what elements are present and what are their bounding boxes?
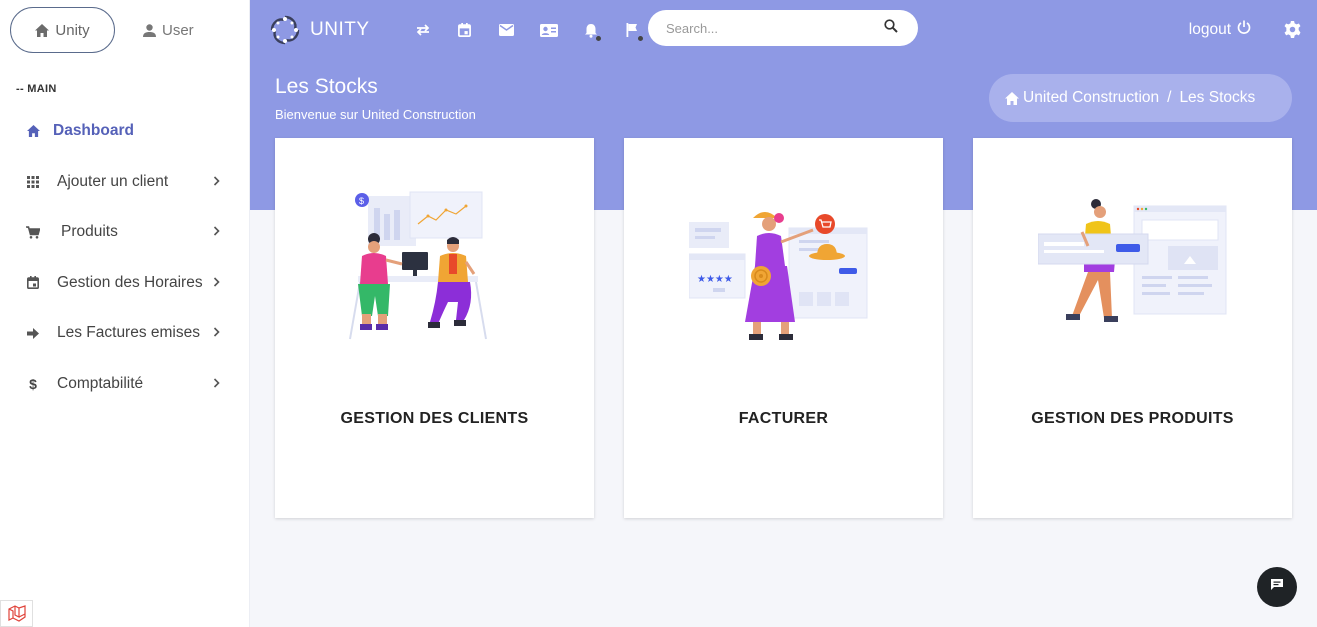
topbar-icons xyxy=(402,15,654,45)
chat-button[interactable] xyxy=(1257,567,1297,607)
home-icon xyxy=(1005,91,1019,105)
logout-label: logout xyxy=(1188,20,1231,38)
sidebar-item-produits[interactable]: Produits xyxy=(0,207,250,258)
calendar-icon[interactable] xyxy=(444,15,486,45)
sidebar-item-factures[interactable]: Les Factures emises xyxy=(0,308,250,359)
home-icon xyxy=(26,124,40,138)
card-gestion-produits[interactable]: GESTION DES PRODUITS xyxy=(973,138,1292,518)
tab-unity-label: Unity xyxy=(55,21,90,39)
chevron-right-icon xyxy=(213,274,220,292)
page-subtitle: Bienvenue sur United Construction xyxy=(275,107,476,122)
dollar-icon: $ xyxy=(29,375,37,392)
arrow-right-icon xyxy=(26,326,40,340)
card-facturer[interactable]: ★★★★ FACTURER xyxy=(624,138,943,518)
mail-icon[interactable] xyxy=(486,15,528,45)
power-icon xyxy=(1237,20,1251,39)
chat-icon xyxy=(1270,578,1284,596)
contact-card-icon[interactable] xyxy=(528,15,570,45)
chevron-right-icon xyxy=(213,324,220,342)
sidebar-tabs: Unity User xyxy=(0,0,249,60)
swap-icon[interactable] xyxy=(402,15,444,45)
cart-icon xyxy=(26,225,40,239)
home-icon xyxy=(35,23,50,37)
svg-text:★★★★: ★★★★ xyxy=(697,274,733,285)
card-title: GESTION DES PRODUITS xyxy=(1031,410,1234,427)
sidebar-item-label: Ajouter un client xyxy=(57,172,169,190)
breadcrumb-separator: / xyxy=(1167,89,1172,106)
chevron-right-icon xyxy=(213,375,220,393)
sidebar-item-ajouter-client[interactable]: Ajouter un client xyxy=(0,157,250,208)
sidebar-item-label: Les Factures emises xyxy=(57,324,200,342)
products-illustration xyxy=(1037,199,1226,322)
tab-user[interactable]: User xyxy=(143,22,194,39)
section-label: -- MAIN xyxy=(16,83,57,95)
clients-illustration: $ xyxy=(348,191,487,340)
sidebar-item-label: Dashboard xyxy=(53,122,134,140)
sidebar-menu: Dashboard Ajouter un client Produits Ges… xyxy=(0,106,250,409)
tab-unity[interactable]: Unity xyxy=(10,7,115,53)
sidebar-item-comptabilite[interactable]: $ Comptabilité xyxy=(0,359,250,410)
user-icon xyxy=(143,23,156,37)
topbar: UNITY logout xyxy=(250,0,1317,60)
grid-icon xyxy=(26,175,40,189)
card-title: FACTURER xyxy=(738,410,829,427)
sidebar-item-label: Produits xyxy=(61,223,118,241)
notification-dot xyxy=(636,35,644,42)
chevron-right-icon xyxy=(213,223,220,241)
sidebar-item-horaires[interactable]: Gestion des Horaires xyxy=(0,258,250,309)
brand-name: UNITY xyxy=(310,19,370,40)
sidebar-item-label: Gestion des Horaires xyxy=(57,273,203,291)
calendar-icon xyxy=(26,276,40,290)
breadcrumb-item-home[interactable]: United Construction xyxy=(1023,89,1159,107)
tab-user-label: User xyxy=(162,21,194,39)
sidebar: Unity User -- MAIN Dashboard Ajouter un … xyxy=(0,0,250,627)
brand[interactable]: UNITY xyxy=(270,15,370,45)
sidebar-item-dashboard[interactable]: Dashboard xyxy=(0,106,250,157)
chevron-right-icon xyxy=(213,173,220,191)
breadcrumb-item-current: Les Stocks xyxy=(1179,89,1256,106)
bell-icon[interactable] xyxy=(570,15,612,45)
billing-illustration: ★★★★ xyxy=(688,212,867,340)
page-title: Les Stocks xyxy=(275,75,378,98)
search-icon[interactable] xyxy=(884,18,898,38)
notification-dot xyxy=(594,35,602,42)
framework-logo-icon[interactable] xyxy=(0,600,33,627)
search-box xyxy=(648,10,918,46)
breadcrumb: United Construction / Les Stocks xyxy=(989,74,1292,122)
card-gestion-clients[interactable]: $ GESTION DES CLIENTS xyxy=(275,138,594,518)
search-input[interactable] xyxy=(666,20,884,36)
sidebar-item-label: Comptabilité xyxy=(57,374,144,392)
gear-icon[interactable] xyxy=(1284,21,1301,43)
brand-logo-icon xyxy=(270,15,300,45)
svg-text:$: $ xyxy=(359,196,364,206)
logout-button[interactable]: logout xyxy=(1189,20,1251,39)
card-title: GESTION DES CLIENTS xyxy=(340,410,529,427)
